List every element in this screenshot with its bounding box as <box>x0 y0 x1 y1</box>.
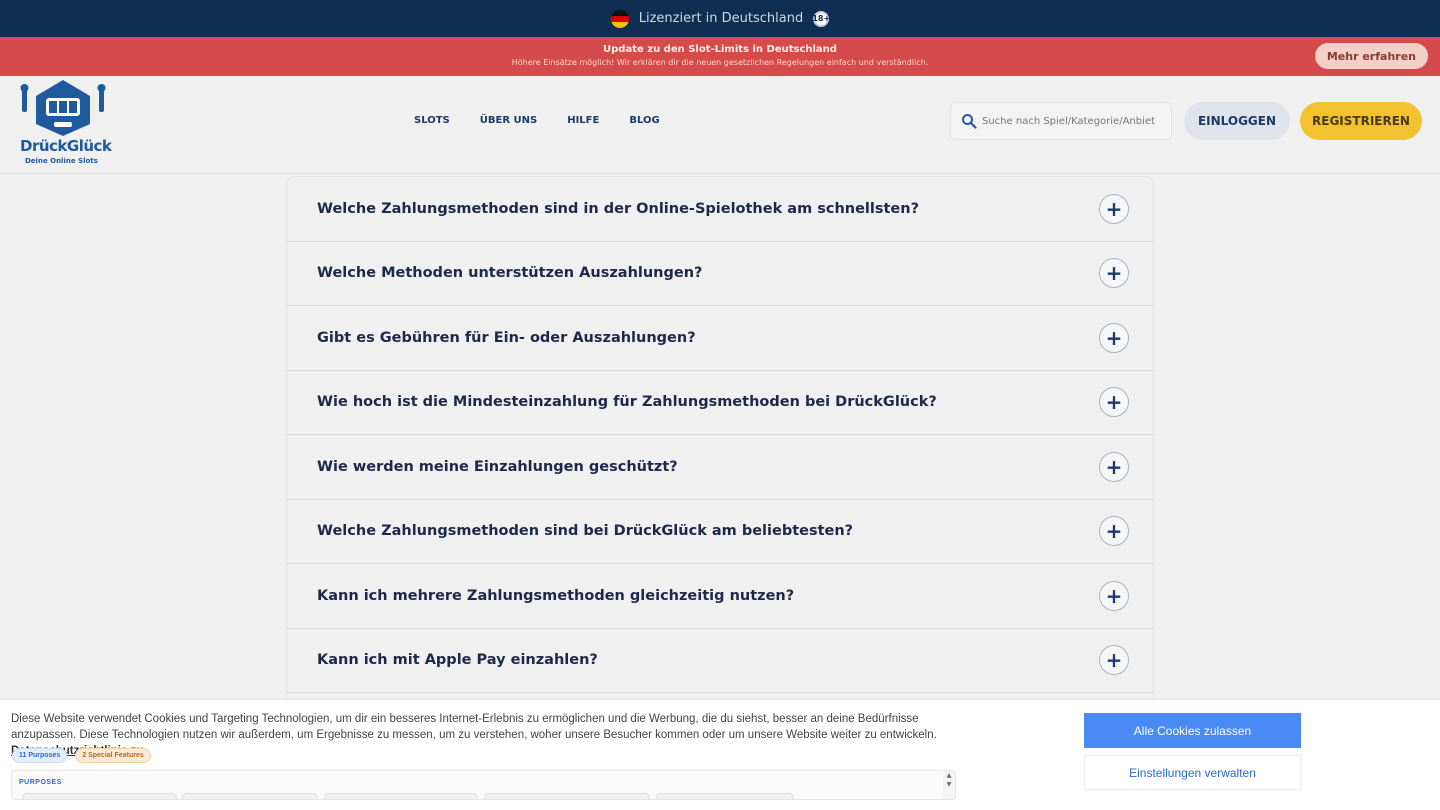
expand-plus-icon[interactable]: + <box>1099 322 1129 353</box>
accept-all-cookies-button[interactable]: Alle Cookies zulassen <box>1084 713 1301 748</box>
expand-plus-icon[interactable]: + <box>1099 451 1129 482</box>
cookie-banner: Diese Website verwendet Cookies und Targ… <box>0 699 1440 810</box>
cookie-description: Diese Website verwendet Cookies und Targ… <box>11 713 937 741</box>
faq-item[interactable]: Welche Methoden unterstützen Auszahlunge… <box>287 242 1153 306</box>
purposes-badge[interactable]: 11 Purposes <box>12 748 68 763</box>
faq-question: Gibt es Gebühren für Ein- oder Auszahlun… <box>317 329 696 346</box>
promo-subtitle: Höhere Einsätze möglich! Wir erklären di… <box>511 58 929 67</box>
faq-item[interactable]: Kann ich mehrere Zahlungsmethoden gleich… <box>287 564 1153 629</box>
search-icon <box>962 114 977 129</box>
faq-item[interactable]: Kann ich mit Apple Pay einzahlen? + <box>287 629 1153 693</box>
faq-item[interactable]: Welche Zahlungsmethoden sind bei DrückGl… <box>287 500 1153 564</box>
purposes-panel[interactable]: PURPOSES ▲ ▼ <box>11 770 956 800</box>
site-header: DrückGlück Deine Online Slots SLOTS ÜBER… <box>0 76 1440 174</box>
expand-plus-icon[interactable]: + <box>1099 580 1129 611</box>
expand-plus-icon[interactable]: + <box>1099 387 1129 418</box>
purpose-chip[interactable] <box>484 793 650 799</box>
faq-question: Kann ich mit Apple Pay einzahlen? <box>317 652 598 669</box>
scroll-up-icon[interactable]: ▲ <box>943 771 955 780</box>
logo-name: DrückGlück <box>20 137 112 155</box>
nav-item-about[interactable]: ÜBER UNS <box>480 115 537 126</box>
purpose-chip[interactable] <box>182 793 318 799</box>
faq-item[interactable]: Wie werden meine Einzahlungen geschützt?… <box>287 435 1153 500</box>
license-bar: Lizenziert in Deutschland 18+ <box>0 0 1440 37</box>
expand-plus-icon[interactable]: + <box>1099 193 1129 224</box>
cookie-text: Diese Website verwendet Cookies und Targ… <box>11 711 951 759</box>
germany-flag-icon <box>610 9 629 28</box>
login-button[interactable]: EINLOGGEN <box>1184 102 1290 140</box>
cookie-badges: 11 Purposes 2 Special Features <box>12 748 151 763</box>
faq-item[interactable]: Welche Zahlungsmethoden sind in der Onli… <box>287 177 1153 242</box>
search-input[interactable] <box>982 115 1162 127</box>
search-box[interactable] <box>950 102 1172 140</box>
faq-question: Kann ich mehrere Zahlungsmethoden gleich… <box>317 587 795 604</box>
faq-item[interactable]: Gibt es Gebühren für Ein- oder Auszahlun… <box>287 306 1153 371</box>
purposes-title: PURPOSES <box>19 779 62 786</box>
special-features-badge[interactable]: 2 Special Features <box>75 748 151 763</box>
manage-settings-button[interactable]: Einstellungen verwalten <box>1084 755 1301 790</box>
promo-title: Update zu den Slot-Limits in Deutschland <box>603 44 837 55</box>
license-text: Lizenziert in Deutschland <box>638 11 804 26</box>
logo-tagline: Deine Online Slots <box>25 157 98 165</box>
faq-question: Wie werden meine Einzahlungen geschützt? <box>317 458 678 475</box>
promo-banner: Update zu den Slot-Limits in Deutschland… <box>0 37 1440 76</box>
purposes-scrollbar[interactable]: ▲ ▼ <box>943 771 955 799</box>
main-nav: SLOTS ÜBER UNS HILFE BLOG <box>414 115 660 126</box>
more-info-button[interactable]: Mehr erfahren <box>1314 43 1428 69</box>
expand-plus-icon[interactable]: + <box>1099 258 1129 289</box>
scroll-down-icon[interactable]: ▼ <box>943 780 955 789</box>
purpose-chip[interactable] <box>324 793 478 799</box>
faq-item[interactable]: Wie hoch ist die Mindesteinzahlung für Z… <box>287 371 1153 435</box>
faq-question: Welche Zahlungsmethoden sind in der Onli… <box>317 200 919 217</box>
purpose-chip[interactable] <box>656 793 794 799</box>
expand-plus-icon[interactable]: + <box>1099 645 1129 676</box>
nav-item-slots[interactable]: SLOTS <box>414 115 450 126</box>
faq-question: Wie hoch ist die Mindesteinzahlung für Z… <box>317 394 937 411</box>
faq-question: Welche Zahlungsmethoden sind bei DrückGl… <box>317 523 854 540</box>
register-button[interactable]: REGISTRIEREN <box>1300 102 1422 140</box>
purpose-chip[interactable] <box>22 793 177 799</box>
nav-item-blog[interactable]: BLOG <box>629 115 659 126</box>
faq-question: Welche Methoden unterstützen Auszahlunge… <box>317 265 703 282</box>
age-18-icon: 18+ <box>812 10 830 27</box>
nav-item-help[interactable]: HILFE <box>567 115 599 126</box>
expand-plus-icon[interactable]: + <box>1099 516 1129 547</box>
